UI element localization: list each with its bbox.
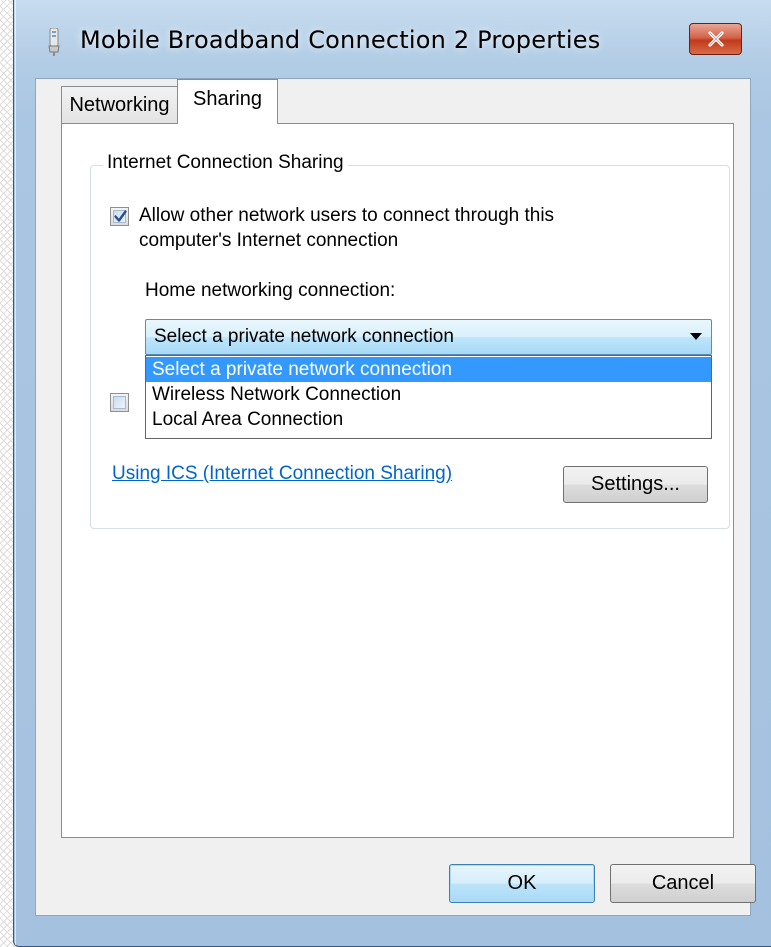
cancel-button[interactable]: Cancel bbox=[610, 864, 756, 903]
tab-networking[interactable]: Networking bbox=[61, 86, 178, 123]
checkmark-icon bbox=[114, 210, 127, 222]
modem-icon bbox=[48, 28, 60, 56]
window-title: Mobile Broadband Connection 2 Properties bbox=[80, 26, 601, 54]
close-icon bbox=[707, 31, 724, 47]
chevron-down-icon[interactable] bbox=[690, 333, 702, 340]
checkbox-fill bbox=[113, 396, 126, 409]
dropdown-option-private[interactable]: Select a private network connection bbox=[146, 357, 711, 382]
combobox-selected-value: Select a private network connection bbox=[154, 326, 454, 347]
close-button[interactable] bbox=[689, 23, 742, 55]
ics-group-title: Internet Connection Sharing bbox=[103, 152, 348, 174]
ok-button[interactable]: OK bbox=[449, 864, 595, 903]
home-networking-label: Home networking connection: bbox=[145, 280, 396, 301]
allow-sharing-label-line1: Allow other network users to connect thr… bbox=[139, 205, 555, 226]
home-networking-dropdown-list: Select a private network connection Wire… bbox=[145, 355, 712, 439]
dropdown-option-wireless[interactable]: Wireless Network Connection bbox=[146, 382, 711, 407]
tab-sharing[interactable]: Sharing bbox=[177, 79, 278, 124]
allow-control-checkbox[interactable] bbox=[110, 393, 129, 412]
settings-button[interactable]: Settings... bbox=[563, 466, 708, 503]
home-networking-combobox[interactable]: Select a private network connection bbox=[145, 319, 712, 355]
allow-sharing-label-line2: computer's Internet connection bbox=[139, 230, 399, 251]
properties-dialog: Mobile Broadband Connection 2 Properties… bbox=[13, 0, 771, 947]
sharing-tab-panel: Internet Connection Sharing Allow other … bbox=[61, 123, 734, 838]
allow-sharing-checkbox[interactable] bbox=[110, 207, 129, 226]
dropdown-option-local-area[interactable]: Local Area Connection bbox=[146, 407, 711, 432]
ics-help-link[interactable]: Using ICS (Internet Connection Sharing) bbox=[112, 463, 452, 485]
ics-groupbox: Internet Connection Sharing Allow other … bbox=[90, 152, 730, 529]
dialog-client-area: Networking Sharing Internet Connection S… bbox=[35, 78, 756, 916]
